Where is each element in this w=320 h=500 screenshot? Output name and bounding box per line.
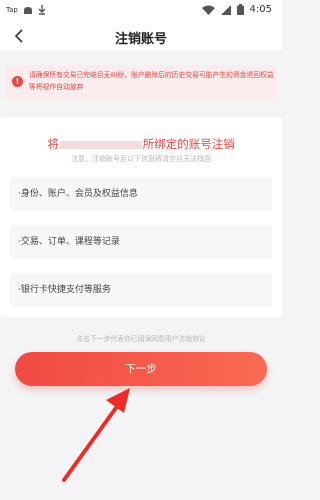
warning-text: 请确保所有交易已完结且无纠纷，账户删除后的历史交易可能产生的资金退回权益等将视作… bbox=[29, 71, 274, 91]
status-time: 4:05 bbox=[249, 4, 272, 15]
agreement-note: 点击下一步代表你已阅读同意用户注销协议 bbox=[76, 335, 206, 343]
signal-icon bbox=[220, 4, 231, 15]
card-title: 将 所绑定的账号注销 bbox=[0, 136, 282, 152]
nav-bar: 注销账号 bbox=[0, 24, 282, 50]
download-icon bbox=[38, 5, 46, 15]
warning-icon: ! bbox=[12, 76, 23, 87]
status-left: Tap bbox=[6, 5, 46, 15]
info-item-identity: ·身份、账户、会员及权益信息 bbox=[10, 177, 272, 211]
status-right: 4:05 bbox=[201, 4, 272, 15]
page-title: 注销账号 bbox=[114, 32, 167, 47]
card-title-prefix: 将 bbox=[47, 137, 59, 151]
app-label: Tap bbox=[6, 6, 18, 14]
next-step-button[interactable]: 下一步 bbox=[15, 352, 267, 386]
card-title-suffix: 所绑定的账号注销 bbox=[142, 137, 235, 151]
info-item-transactions: ·交易、订单、课程等记录 bbox=[10, 225, 272, 259]
card-subtitle: 注意，注销账号后以下信息将清空且无法找回 bbox=[71, 155, 211, 163]
cancellation-card: 将 所绑定的账号注销 注意，注销账号后以下信息将清空且无法找回 ·身份、账户、会员… bbox=[0, 117, 282, 317]
wifi-icon bbox=[201, 5, 215, 15]
status-bar: Tap 4:05 bbox=[0, 0, 282, 24]
masked-phone-number bbox=[59, 140, 142, 149]
info-item-bank-card: ·银行卡快捷支付等服务 bbox=[10, 273, 272, 307]
battery-icon bbox=[236, 4, 244, 15]
notification-icon bbox=[23, 6, 32, 14]
warning-banner: ! 请确保所有交易已完结且无纠纷，账户删除后的历史交易可能产生的资金退回权益等将… bbox=[5, 65, 277, 99]
